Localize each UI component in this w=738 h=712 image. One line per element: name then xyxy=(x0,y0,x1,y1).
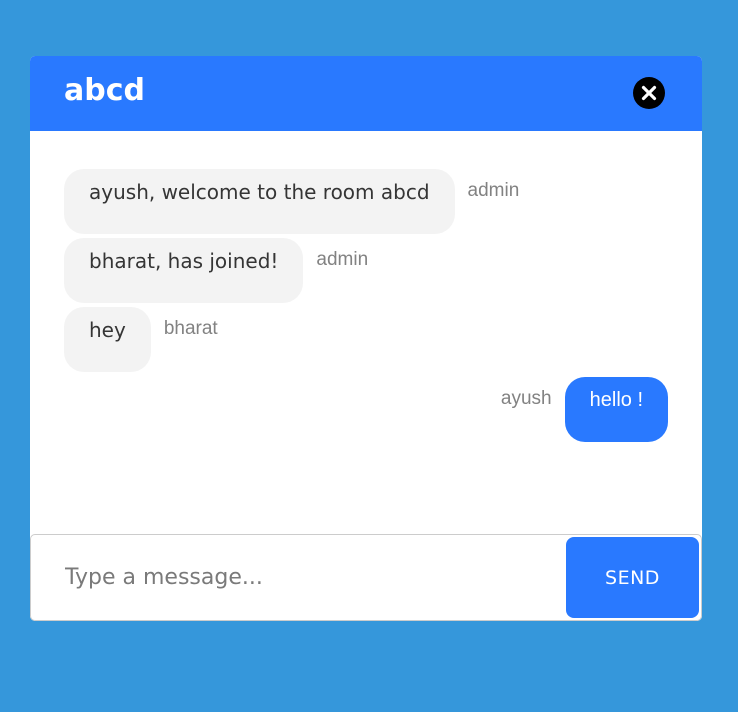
message-row: ayush, welcome to the room abcd admin xyxy=(64,169,519,234)
close-icon xyxy=(641,85,657,101)
message-list: ayush, welcome to the room abcd admin bh… xyxy=(30,131,702,535)
message-row-outgoing: ayush hello ! xyxy=(501,377,668,442)
message-sender: bharat xyxy=(163,318,218,339)
send-button[interactable]: SEND xyxy=(566,537,699,618)
message-input[interactable] xyxy=(31,535,561,620)
chat-header: abcd xyxy=(30,56,702,131)
message-sender: admin xyxy=(467,180,520,201)
message-sender: admin xyxy=(316,249,369,270)
message-bubble: hey xyxy=(64,307,151,372)
close-button[interactable] xyxy=(633,77,665,109)
message-sender: ayush xyxy=(500,388,552,409)
room-title: abcd xyxy=(64,73,145,108)
message-bubble: ayush, welcome to the room abcd xyxy=(64,169,455,234)
message-bubble: bharat, has joined! xyxy=(64,238,304,303)
message-composer: SEND xyxy=(30,534,702,621)
message-row: hey bharat xyxy=(64,307,218,372)
message-row: bharat, has joined! admin xyxy=(64,238,368,303)
chat-window: abcd ayush, welcome to the room abcd adm… xyxy=(30,56,702,621)
message-bubble-outgoing: hello ! xyxy=(564,377,668,442)
